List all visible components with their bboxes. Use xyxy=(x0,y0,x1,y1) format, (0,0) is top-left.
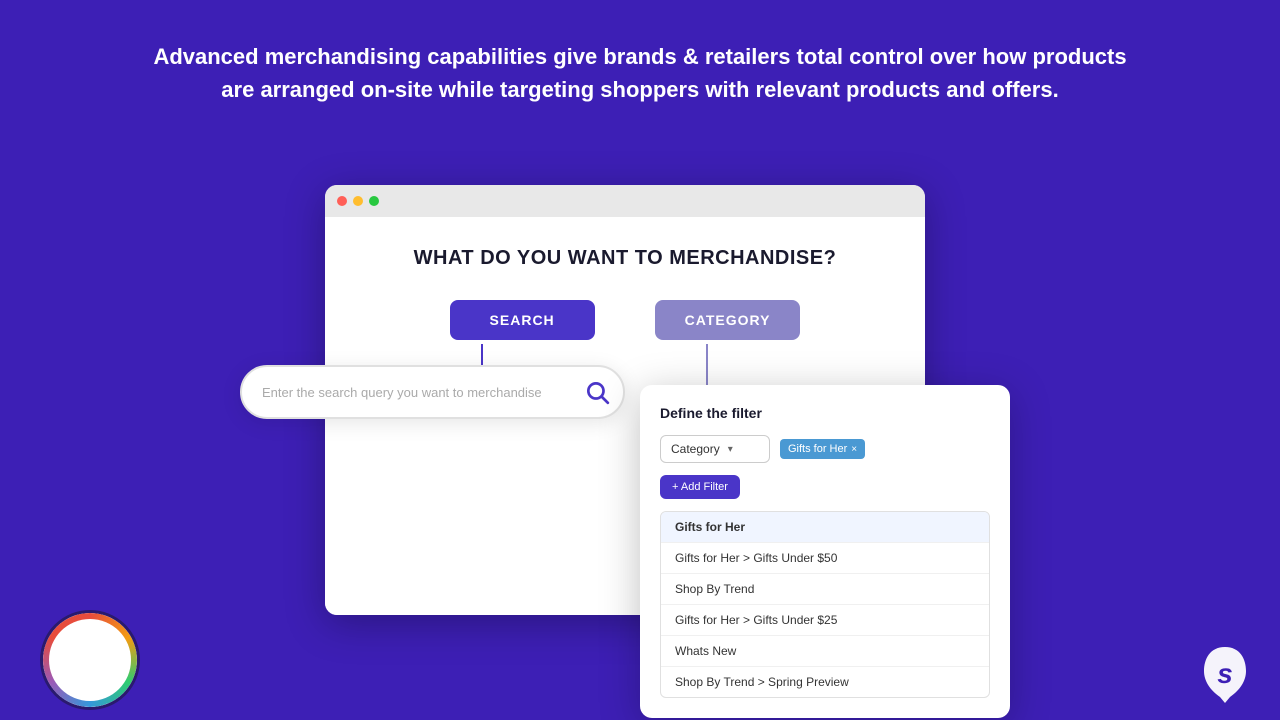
filter-panel-title: Define the filter xyxy=(660,405,990,421)
search-box-wrapper: Enter the search query you want to merch… xyxy=(240,365,625,419)
dropdown-item-4[interactable]: Gifts for Her > Gifts Under $25 xyxy=(661,605,989,636)
chevron-down-icon: ▾ xyxy=(728,444,733,455)
tag-remove-icon[interactable]: × xyxy=(851,444,857,455)
dropdown-label: Category xyxy=(671,442,720,456)
browser-maximize-dot xyxy=(369,196,379,206)
search-button[interactable]: SEARCH xyxy=(450,300,595,340)
dropdown-item-3[interactable]: Shop By Trend xyxy=(661,574,989,605)
header-line1: Advanced merchandising capabilities give… xyxy=(153,44,1126,69)
filter-row: Category ▾ Gifts for Her × xyxy=(660,435,990,463)
shoplabs-icon: s xyxy=(1200,645,1250,705)
filter-panel: Define the filter Category ▾ Gifts for H… xyxy=(640,385,1010,718)
header-line2: are arranged on-site while targeting sho… xyxy=(221,77,1058,102)
inc-circle: AMERICA'S FASTEST GROWING Inc 5000 PRIVA… xyxy=(40,610,140,710)
merchandise-button-row: SEARCH CATEGORY xyxy=(345,300,905,340)
search-placeholder: Enter the search query you want to merch… xyxy=(262,385,542,400)
add-filter-button[interactable]: + Add Filter xyxy=(660,475,740,499)
dropdown-item-2[interactable]: Gifts for Her > Gifts Under $50 xyxy=(661,543,989,574)
browser-minimize-dot xyxy=(353,196,363,206)
search-icon-circle xyxy=(575,370,619,414)
dropdown-item-1[interactable]: Gifts for Her xyxy=(661,512,989,543)
tag-label: Gifts for Her xyxy=(788,443,847,455)
gifts-for-her-tag: Gifts for Her × xyxy=(780,439,865,459)
inc-outer-ring xyxy=(43,613,137,707)
inc-5000-badge: AMERICA'S FASTEST GROWING Inc 5000 PRIVA… xyxy=(40,610,140,710)
category-dropdown[interactable]: Category ▾ xyxy=(660,435,770,463)
search-box[interactable]: Enter the search query you want to merch… xyxy=(240,365,625,419)
merchandise-title: WHAT DO YOU WANT TO MERCHANDISE? xyxy=(345,247,905,270)
browser-close-dot xyxy=(337,196,347,206)
header-description: Advanced merchandising capabilities give… xyxy=(0,0,1280,126)
svg-text:s: s xyxy=(1217,658,1233,689)
search-icon xyxy=(584,379,610,405)
dropdown-item-5[interactable]: Whats New xyxy=(661,636,989,667)
shoplabs-logo: s xyxy=(1200,650,1250,700)
add-filter-row: + Add Filter xyxy=(660,475,990,499)
browser-titlebar xyxy=(325,185,925,217)
dropdown-list: Gifts for Her Gifts for Her > Gifts Unde… xyxy=(660,511,990,698)
category-button[interactable]: CATEGORY xyxy=(655,300,801,340)
dropdown-item-6[interactable]: Shop By Trend > Spring Preview xyxy=(661,667,989,697)
